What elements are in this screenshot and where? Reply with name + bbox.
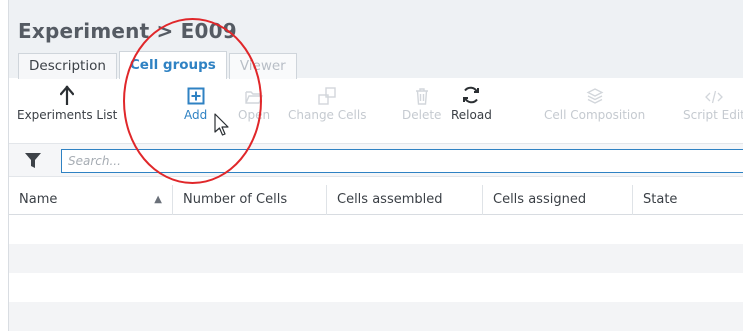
code-icon [705, 79, 723, 105]
open-button[interactable]: Open [238, 79, 270, 135]
column-header-label: Cells assembled [337, 192, 443, 207]
empty-row [9, 215, 743, 244]
column-header-cells-assigned[interactable]: Cells assigned [482, 185, 632, 215]
tab-cell-groups[interactable]: Cell groups [118, 51, 227, 79]
cell-composition-button[interactable]: Cell Composition [544, 79, 645, 135]
change-cells-label: Change Cells [288, 108, 367, 122]
arrow-up-icon [60, 79, 75, 105]
delete-label: Delete [402, 108, 442, 122]
cell-composition-label: Cell Composition [544, 108, 646, 122]
page-title: Experiment > E009 [18, 19, 237, 43]
tab-viewer[interactable]: Viewer [228, 53, 297, 79]
reload-button[interactable]: Reload [451, 79, 492, 135]
refresh-icon [461, 79, 481, 105]
column-header-label: Name [19, 192, 58, 207]
experiments-list-label: Experiments List [17, 108, 118, 122]
sort-ascending-icon: ▲ [154, 194, 162, 205]
delete-button[interactable]: Delete [402, 79, 441, 135]
column-header-label: Number of Cells [183, 192, 288, 207]
column-header-state[interactable]: State [632, 185, 743, 215]
filter-icon[interactable] [24, 152, 42, 173]
page-header: Experiment > E009 Description Cell group… [9, 0, 743, 79]
layers-icon [586, 79, 604, 105]
grid-body [9, 215, 743, 331]
empty-row [9, 273, 743, 302]
mouse-pointer-icon [214, 113, 230, 141]
column-header-label: State [643, 192, 678, 207]
search-input[interactable] [61, 149, 743, 173]
toolbar: Experiments List Add Open Change Cells D… [9, 79, 743, 135]
column-header-label: Cells assigned [493, 192, 587, 207]
empty-row [9, 302, 743, 331]
reload-label: Reload [451, 108, 492, 122]
script-editor-label: Script Edit [683, 108, 743, 122]
search-bar [9, 143, 743, 177]
app-window: Experiment > E009 Description Cell group… [8, 0, 743, 331]
add-button[interactable]: Add [184, 79, 207, 135]
script-editor-button[interactable]: Script Edit [683, 79, 743, 135]
tab-description[interactable]: Description [18, 53, 117, 79]
column-header-name[interactable]: Name ▲ [9, 185, 172, 215]
folder-open-icon [245, 79, 264, 105]
add-label: Add [184, 108, 208, 122]
open-label: Open [238, 108, 271, 122]
column-header-number-of-cells[interactable]: Number of Cells [172, 185, 326, 215]
cells-icon [318, 79, 336, 105]
trash-icon [415, 79, 429, 105]
tab-bar: Description Cell groups Viewer [18, 51, 299, 79]
empty-row [9, 244, 743, 273]
grid-header: Name ▲ Number of Cells Cells assembled C… [9, 185, 743, 215]
experiments-list-button[interactable]: Experiments List [17, 79, 117, 135]
plus-box-icon [187, 79, 205, 105]
change-cells-button[interactable]: Change Cells [288, 79, 366, 135]
column-header-cells-assembled[interactable]: Cells assembled [326, 185, 482, 215]
